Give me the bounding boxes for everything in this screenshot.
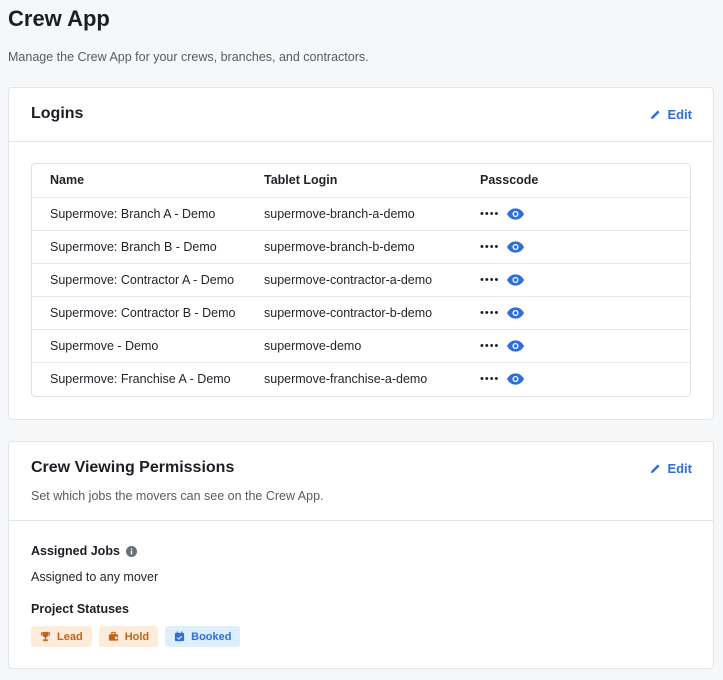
passcode-cell: •••• [480,274,525,286]
briefcase-icon [108,631,118,641]
assigned-jobs-value: Assigned to any mover [31,570,159,584]
table-row: Supermove: Franchise A - Demo supermove-… [32,362,690,395]
logins-card-header: Logins Edit [9,88,713,142]
column-header-tablet-login: Tablet Login [264,173,338,187]
status-label: Booked [191,630,232,643]
table-row: Supermove: Branch A - Demo supermove-bra… [32,197,690,230]
logins-title: Logins [31,105,84,122]
passcode-cell: •••• [480,340,525,352]
logins-table: Name Tablet Login Passcode Supermove: Br… [31,163,691,397]
eye-icon[interactable] [507,274,525,286]
table-row: Supermove: Contractor B - Demo supermove… [32,296,690,329]
column-header-passcode: Passcode [480,173,539,187]
login-name: Supermove: Branch A - Demo [50,207,216,221]
tablet-login: supermove-contractor-b-demo [264,306,433,320]
permissions-card: Crew Viewing Permissions Set which jobs … [8,441,714,669]
table-header-row: Name Tablet Login Passcode [32,164,690,196]
assigned-jobs-label-text: Assigned Jobs [31,544,120,558]
passcode-masked: •••• [480,274,500,286]
calendar-check-icon [175,631,185,642]
tablet-login: supermove-branch-b-demo [264,240,415,254]
trophy-icon [40,631,51,642]
login-name: Supermove: Branch B - Demo [50,240,217,254]
project-statuses-label-text: Project Statuses [31,602,129,616]
login-name: Supermove: Contractor B - Demo [50,306,236,320]
page-title: Crew App [8,6,110,31]
passcode-cell: •••• [480,241,525,253]
tablet-login: supermove-branch-a-demo [264,207,415,221]
table-row: Supermove: Contractor A - Demo supermove… [32,263,690,296]
project-statuses-label: Project Statuses [31,602,129,616]
status-label: Lead [57,630,83,643]
info-icon[interactable] [125,545,137,557]
eye-icon[interactable] [507,340,525,352]
passcode-masked: •••• [480,208,500,220]
eye-icon[interactable] [507,307,525,319]
passcode-masked: •••• [480,307,500,319]
project-status-badges: Lead Hold Booked [31,626,241,647]
passcode-cell: •••• [480,208,525,220]
pencil-icon [651,110,660,120]
tablet-login: supermove-franchise-a-demo [264,372,428,386]
status-badge-lead: Lead [31,626,92,647]
status-badge-booked: Booked [165,626,241,647]
page-subtitle: Manage the Crew App for your crews, bran… [8,50,369,64]
status-badge-hold: Hold [98,626,159,647]
login-name: Supermove: Contractor A - Demo [50,273,235,287]
edit-label: Edit [667,107,692,122]
assigned-jobs-label: Assigned Jobs [31,544,137,558]
eye-icon[interactable] [507,208,525,220]
pencil-icon [651,464,660,474]
permissions-description: Set which jobs the movers can see on the… [31,489,324,503]
permissions-card-header: Crew Viewing Permissions Set which jobs … [9,442,713,521]
logins-edit-button[interactable]: Edit [650,107,692,122]
eye-icon[interactable] [507,373,525,385]
login-name: Supermove - Demo [50,339,159,353]
login-name: Supermove: Franchise A - Demo [50,372,231,386]
passcode-cell: •••• [480,373,525,385]
permissions-edit-button[interactable]: Edit [650,461,692,476]
edit-label: Edit [667,461,692,476]
status-label: Hold [124,630,150,643]
column-header-name: Name [50,173,85,187]
passcode-cell: •••• [480,307,525,319]
logins-card: Logins Edit Name Tablet Login Passcode S… [8,87,714,420]
table-row: Supermove: Branch B - Demo supermove-bra… [32,230,690,263]
passcode-masked: •••• [480,340,500,352]
tablet-login: supermove-demo [264,339,362,353]
table-row: Supermove - Demo supermove-demo •••• [32,329,690,362]
passcode-masked: •••• [480,241,500,253]
eye-icon[interactable] [507,241,525,253]
tablet-login: supermove-contractor-a-demo [264,273,433,287]
permissions-title: Crew Viewing Permissions [31,459,235,476]
passcode-masked: •••• [480,373,500,385]
